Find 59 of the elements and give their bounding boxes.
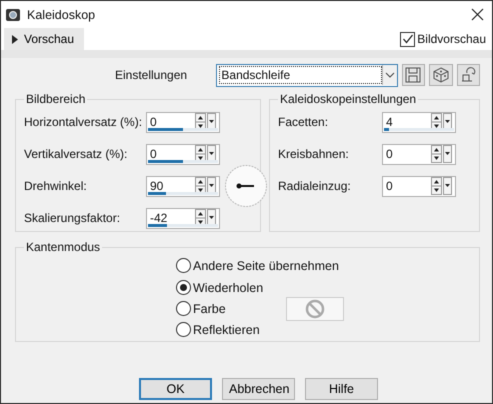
- number-field[interactable]: -42: [146, 208, 220, 228]
- radio-option[interactable]: Farbe: [176, 301, 226, 316]
- angle-dial[interactable]: [224, 164, 268, 208]
- close-icon[interactable]: [471, 8, 484, 21]
- dialog-button[interactable]: OK: [139, 378, 212, 400]
- number-field[interactable]: 0: [146, 112, 220, 132]
- spinner-icon[interactable]: [195, 113, 217, 131]
- spinner-icon[interactable]: [195, 177, 217, 195]
- group-title: Kaleidoskopeinstellungen: [279, 92, 418, 106]
- triangle-icon: [12, 34, 18, 44]
- radio-button[interactable]: [176, 258, 191, 273]
- radio-option[interactable]: Wiederholen: [176, 280, 264, 295]
- dialog-button[interactable]: Abbrechen: [222, 378, 295, 400]
- field-label: Vertikalversatz (%):: [24, 147, 128, 161]
- save-button[interactable]: [402, 64, 426, 86]
- random-button[interactable]: [429, 64, 453, 86]
- group-title: Kantenmodus: [25, 240, 102, 254]
- spinner-icon[interactable]: [431, 113, 453, 131]
- field-label: Kreisbahnen:: [278, 147, 350, 161]
- dropdown-caret-icon[interactable]: [382, 65, 397, 85]
- spinner-icon[interactable]: [431, 177, 453, 195]
- preview-checkbox[interactable]: Bildvorschau: [400, 32, 486, 46]
- dialog-button[interactable]: Hilfe: [305, 378, 378, 400]
- field-label: Horizontalversatz (%):: [24, 115, 144, 129]
- color-button[interactable]: [286, 296, 344, 320]
- radio-option[interactable]: Reflektieren: [176, 322, 260, 337]
- radio-label: Reflektieren: [193, 322, 260, 336]
- field-label: Radialeinzug:: [278, 179, 352, 193]
- checkbox-label: Bildvorschau: [417, 32, 486, 46]
- radio-button[interactable]: [176, 301, 191, 316]
- number-field[interactable]: 90: [146, 176, 220, 196]
- spinner-icon[interactable]: [195, 209, 217, 227]
- camera-icon: [6, 8, 20, 21]
- radio-button[interactable]: [176, 280, 191, 295]
- settings-label: Einstellungen: [115, 68, 188, 82]
- document-arrow-icon: [460, 67, 476, 83]
- preset-dropdown[interactable]: Bandschleife: [216, 64, 398, 86]
- number-field[interactable]: 0: [146, 144, 220, 164]
- no-entry-icon: [304, 298, 325, 318]
- number-field[interactable]: 4: [382, 112, 456, 132]
- field-label: Facetten:: [278, 115, 330, 129]
- radio-label: Farbe: [193, 302, 226, 316]
- number-field[interactable]: 0: [382, 144, 456, 164]
- field-label: Drehwinkel:: [24, 179, 88, 193]
- radio-label: Wiederholen: [193, 280, 264, 294]
- floppy-icon: [405, 67, 422, 83]
- spinner-icon[interactable]: [431, 145, 453, 163]
- group-title: Bildbereich: [25, 92, 86, 106]
- field-label: Skalierungsfaktor:: [24, 211, 122, 225]
- checkbox[interactable]: [400, 32, 416, 46]
- number-field[interactable]: 0: [382, 176, 456, 196]
- preview-toggle[interactable]: Vorschau: [4, 28, 84, 50]
- spinner-icon[interactable]: [195, 145, 217, 163]
- radio-label: Andere Seite übernehmen: [193, 258, 339, 272]
- reset-button[interactable]: [456, 64, 480, 86]
- radio-button[interactable]: [176, 322, 191, 337]
- window-title: Kaleidoskop: [27, 8, 96, 22]
- radio-option[interactable]: Andere Seite übernehmen: [176, 258, 339, 273]
- dice-icon: [432, 67, 449, 83]
